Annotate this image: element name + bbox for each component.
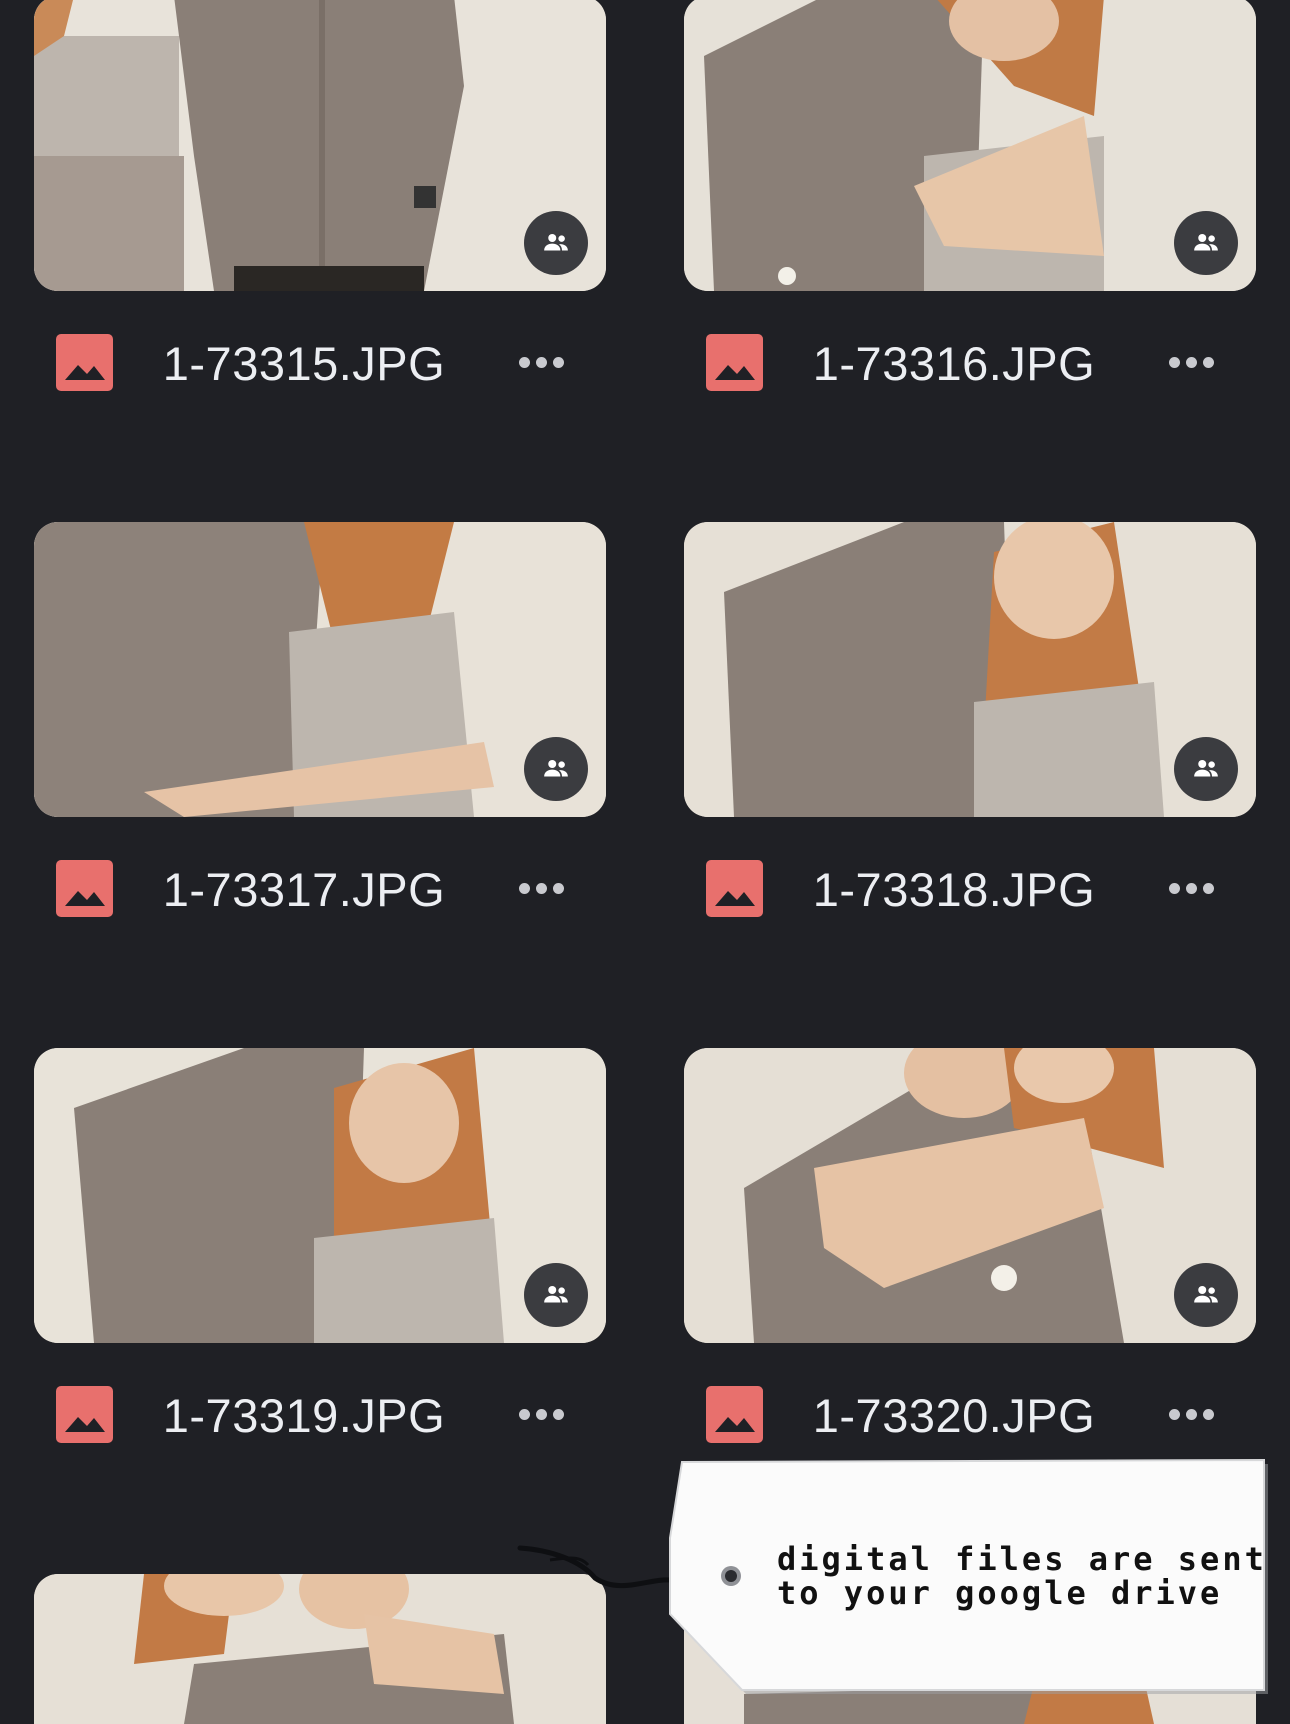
file-info-row: 1-73320.JPG xyxy=(684,1386,1256,1446)
tag-line-2: to your google drive xyxy=(777,1574,1223,1612)
shared-badge xyxy=(1174,1263,1238,1327)
image-file-icon xyxy=(56,334,113,391)
shared-badge xyxy=(524,1263,588,1327)
couple-photo-image xyxy=(684,522,1256,817)
file-info-row: 1-73318.JPG xyxy=(684,860,1256,920)
photo-thumbnail[interactable] xyxy=(34,522,606,817)
shared-badge xyxy=(1174,737,1238,801)
file-name: 1-73318.JPG xyxy=(812,863,1096,916)
image-file-icon xyxy=(56,1386,113,1443)
photo-thumbnail[interactable] xyxy=(684,0,1256,291)
shared-badge xyxy=(1174,211,1238,275)
more-horizontal-icon xyxy=(518,882,530,894)
couple-photo-image xyxy=(684,1048,1256,1343)
more-horizontal-icon xyxy=(1168,882,1180,894)
people-icon xyxy=(1194,1286,1218,1303)
image-file-icon xyxy=(706,334,763,391)
tag-line-1: digital files are sent xyxy=(777,1540,1267,1578)
couple-photo-image xyxy=(34,1048,606,1343)
image-file-icon xyxy=(706,860,763,917)
people-icon xyxy=(544,234,568,251)
more-options-button[interactable] xyxy=(511,1394,571,1434)
more-horizontal-icon xyxy=(518,356,530,368)
couple-photo-image xyxy=(34,522,606,817)
more-options-button[interactable] xyxy=(511,868,571,908)
people-icon xyxy=(544,760,568,777)
more-options-button[interactable] xyxy=(1161,868,1221,908)
google-drive-tag-overlay: digital files are sent to your google dr… xyxy=(510,1450,1290,1700)
file-info-row: 1-73319.JPG xyxy=(34,1386,606,1446)
couple-photo-image xyxy=(684,0,1256,291)
tag-message: digital files are sent to your google dr… xyxy=(777,1540,1267,1612)
more-options-button[interactable] xyxy=(1161,342,1221,382)
file-name: 1-73315.JPG xyxy=(162,337,446,390)
people-icon xyxy=(544,1286,568,1303)
file-info-row: 1-73316.JPG xyxy=(684,334,1256,394)
more-horizontal-icon xyxy=(1168,356,1180,368)
photo-thumbnail[interactable] xyxy=(684,1048,1256,1343)
file-info-row: 1-73315.JPG xyxy=(34,334,606,394)
more-horizontal-icon xyxy=(518,1408,530,1420)
file-name: 1-73320.JPG xyxy=(812,1389,1096,1442)
photo-thumbnail[interactable] xyxy=(684,522,1256,817)
file-name: 1-73317.JPG xyxy=(162,863,446,916)
file-name: 1-73316.JPG xyxy=(812,337,1096,390)
shared-badge xyxy=(524,211,588,275)
couple-photo-image xyxy=(34,0,606,291)
shared-badge xyxy=(524,737,588,801)
image-file-icon xyxy=(706,1386,763,1443)
photo-thumbnail[interactable] xyxy=(34,0,606,291)
more-options-button[interactable] xyxy=(511,342,571,382)
more-horizontal-icon xyxy=(1168,1408,1180,1420)
more-options-button[interactable] xyxy=(1161,1394,1221,1434)
file-info-row: 1-73317.JPG xyxy=(34,860,606,920)
people-icon xyxy=(1194,760,1218,777)
photo-thumbnail[interactable] xyxy=(34,1048,606,1343)
file-name: 1-73319.JPG xyxy=(162,1389,446,1442)
people-icon xyxy=(1194,234,1218,251)
image-file-icon xyxy=(56,860,113,917)
